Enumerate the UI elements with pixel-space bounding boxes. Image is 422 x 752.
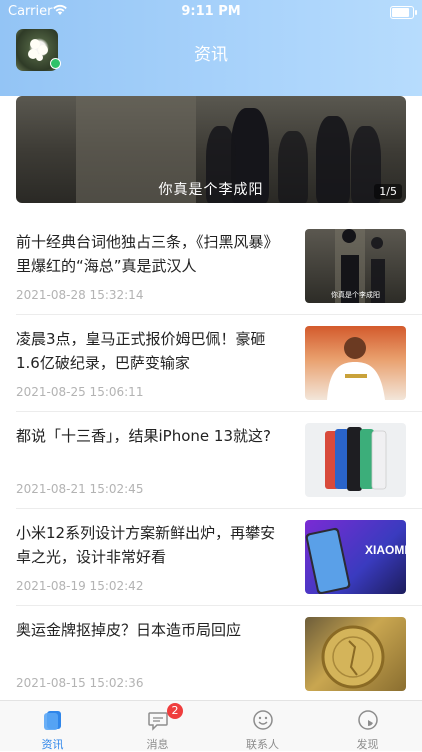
- discover-icon: [357, 709, 379, 731]
- news-list: 前十经典台词他独占三条，《扫黑风暴》里爆红的“海总”真是武汉人 2021-08-…: [0, 218, 422, 703]
- news-title: 小米12系列设计方案新鲜出炉，再攀安卓之光，设计非常好看: [16, 524, 276, 566]
- battery-icon: [390, 6, 417, 19]
- news-item[interactable]: 奥运金牌抠掉皮？日本造币局回应 2021-08-15 15:02:36: [16, 606, 422, 703]
- news-date: 2021-08-15 15:02:36: [16, 676, 144, 690]
- tab-messages[interactable]: 2 消息: [105, 701, 210, 751]
- tab-discover[interactable]: 发现: [315, 701, 420, 751]
- thumbnail-caption: 你真是个李成阳: [331, 291, 380, 299]
- news-icon: [42, 709, 64, 731]
- news-title: 奥运金牌抠掉皮？日本造币局回应: [16, 621, 242, 639]
- news-title: 前十经典台词他独占三条，《扫黑风暴》里爆红的“海总”真是武汉人: [16, 233, 279, 275]
- news-thumbnail: [305, 423, 406, 497]
- news-item[interactable]: 小米12系列设计方案新鲜出炉，再攀安卓之光，设计非常好看 2021-08-19 …: [16, 509, 422, 606]
- tab-bar: 资讯 2 消息 联系人 发现: [0, 700, 422, 751]
- navigation-bar: Carrier 9:11 PM 资讯: [0, 0, 422, 96]
- news-item[interactable]: 凌晨3点，皇马正式报价姆巴佩！豪砸1.6亿破纪录，巴萨变输家 2021-08-2…: [16, 315, 422, 412]
- news-date: 2021-08-21 15:02:45: [16, 482, 144, 496]
- banner-carousel[interactable]: 你真是个李成阳 1/5: [16, 96, 406, 203]
- banner-caption: 你真是个李成阳: [158, 182, 264, 198]
- news-thumbnail: XIAOMI MI 12: [305, 520, 406, 594]
- news-title: 凌晨3点，皇马正式报价姆巴佩！豪砸1.6亿破纪录，巴萨变输家: [16, 330, 266, 372]
- news-date: 2021-08-19 15:02:42: [16, 579, 144, 593]
- thumbnail-caption: XIAOMI MI 12: [365, 543, 406, 557]
- news-date: 2021-08-25 15:06:11: [16, 385, 144, 399]
- banner-page-indicator: 1/5: [374, 184, 402, 199]
- tab-contacts[interactable]: 联系人: [210, 701, 315, 751]
- status-bar: Carrier 9:11 PM: [0, 0, 422, 24]
- news-item[interactable]: 前十经典台词他独占三条，《扫黑风暴》里爆红的“海总”真是武汉人 2021-08-…: [16, 218, 422, 315]
- news-thumbnail: 你真是个李成阳: [305, 229, 406, 303]
- news-thumbnail: [305, 617, 406, 691]
- news-title: 都说「十三香」，结果iPhone 13就这?: [16, 427, 271, 445]
- news-thumbnail: [305, 326, 406, 400]
- tab-news[interactable]: 资讯: [0, 701, 105, 751]
- contacts-icon: [252, 709, 274, 731]
- page-title: 资讯: [194, 45, 228, 65]
- message-icon: [147, 709, 169, 731]
- news-date: 2021-08-28 15:32:14: [16, 288, 144, 302]
- unread-badge: 2: [167, 703, 183, 719]
- news-item[interactable]: 都说「十三香」，结果iPhone 13就这? 2021-08-21 15:02:…: [16, 412, 422, 509]
- status-time: 9:11 PM: [181, 4, 241, 19]
